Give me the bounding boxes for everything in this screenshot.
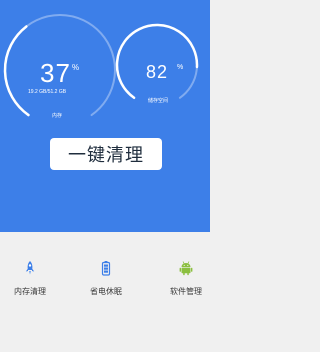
tool-power-saving[interactable]: 省电休眠 (76, 260, 136, 297)
storage-percent: 82 (146, 62, 169, 82)
memory-percent-unit: % (72, 63, 80, 72)
memory-percent: 37 (40, 58, 71, 88)
rocket-icon (25, 261, 35, 275)
one-click-clean-button[interactable]: 一键清理 (50, 138, 162, 170)
app-screen: 37 % 19.2 GB/51.2 GB 内存 82 % 储存空间 一键清理 内… (0, 0, 210, 352)
memory-label: 内存 (52, 113, 63, 119)
battery-icon (101, 261, 111, 276)
tool-power-saving-label: 省电休眠 (90, 287, 122, 296)
tool-memory-clean[interactable]: 内存清理 (0, 260, 60, 297)
memory-gauge-fill (3, 25, 30, 117)
android-icon (179, 261, 193, 276)
storage-label: 储存空间 (148, 98, 169, 104)
tool-memory-clean-label: 内存清理 (14, 287, 46, 296)
storage-percent-unit: % (177, 64, 184, 71)
tool-app-manager[interactable]: 软件管理 (156, 260, 210, 297)
memory-usage-detail: 19.2 GB/51.2 GB (28, 89, 67, 95)
tool-app-manager-label: 软件管理 (170, 287, 202, 296)
